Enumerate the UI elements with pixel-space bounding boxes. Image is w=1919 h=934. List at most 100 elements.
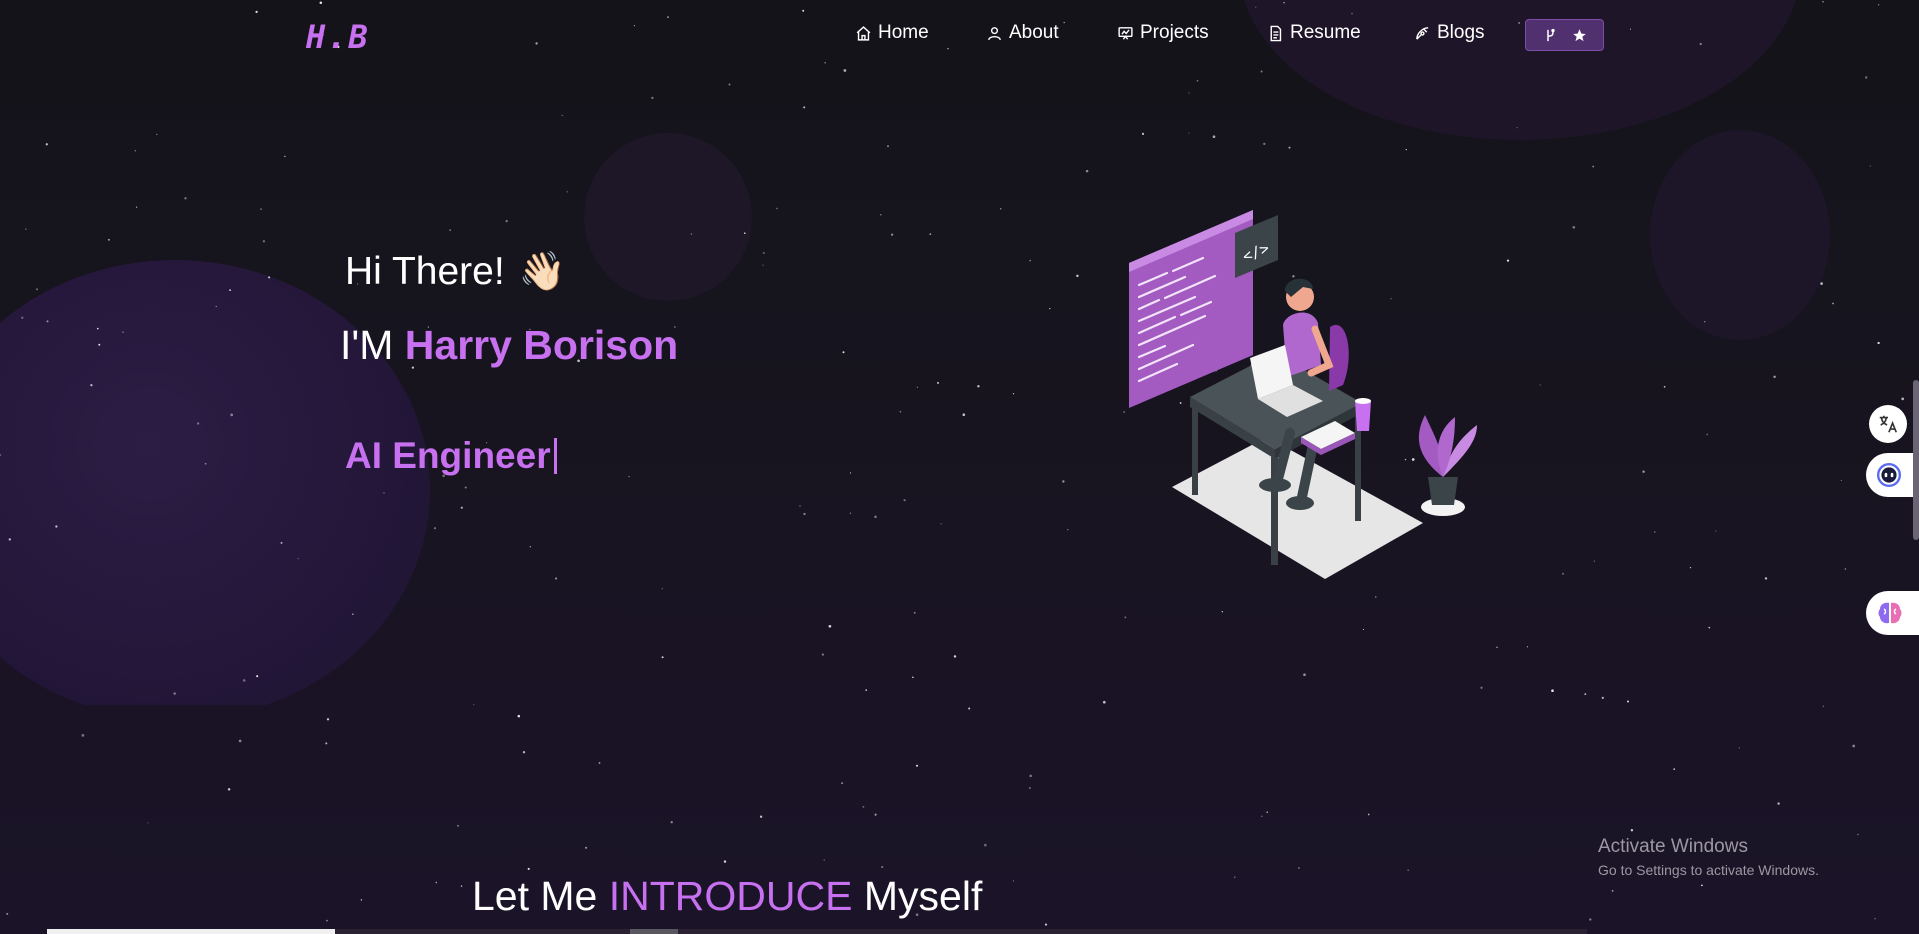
intro-suffix: Myself: [863, 873, 983, 919]
star: [1188, 132, 1190, 134]
star: [1000, 208, 1002, 210]
star: [1764, 577, 1768, 580]
star: [803, 106, 806, 109]
star: [464, 486, 467, 489]
navbar: H.B Home About Projects Resume Blogs: [0, 0, 1919, 72]
star: [1526, 646, 1529, 648]
typewriter-role: AI Engineer: [345, 435, 557, 477]
star: [1708, 626, 1711, 629]
bottom-scroll-indicator: [47, 929, 335, 934]
star: [529, 546, 531, 548]
star: [352, 613, 354, 615]
star: [8, 538, 11, 541]
star: [517, 714, 521, 718]
star: [1864, 76, 1868, 79]
star: [1076, 274, 1079, 278]
star: [566, 191, 568, 193]
logo[interactable]: H.B: [306, 18, 370, 56]
star: [457, 824, 459, 827]
name-prefix: I'M: [340, 322, 394, 368]
star: [326, 718, 330, 721]
star: [505, 219, 508, 223]
translate-button[interactable]: [1869, 405, 1907, 443]
star: [1852, 744, 1856, 748]
star: [184, 197, 187, 200]
star: [1196, 79, 1199, 82]
star: [1496, 646, 1498, 648]
star: [762, 264, 764, 266]
github-star-button[interactable]: [1525, 19, 1604, 51]
star: [173, 692, 176, 695]
star: [661, 588, 663, 590]
star: [96, 327, 99, 330]
star: [880, 214, 882, 216]
star: [1777, 802, 1780, 805]
star: [1572, 225, 1576, 229]
star: [98, 343, 101, 346]
watermark-title: Activate Windows: [1598, 836, 1748, 857]
star: [1584, 693, 1587, 696]
star: [874, 515, 877, 519]
star: [135, 206, 138, 208]
assistant-button[interactable]: [1866, 453, 1919, 497]
nav-item-home[interactable]: Home: [855, 22, 929, 44]
star: [1012, 393, 1015, 395]
nav-item-projects[interactable]: Projects: [1117, 22, 1209, 44]
star: [242, 679, 246, 682]
windows-activation-watermark: Activate Windows Go to Settings to activ…: [1598, 836, 1819, 878]
star: [1212, 135, 1216, 139]
star: [1102, 700, 1106, 704]
star: [841, 782, 844, 785]
star: [1367, 813, 1370, 816]
star: [1611, 890, 1614, 892]
nav-item-resume[interactable]: Resume: [1267, 22, 1361, 44]
star: [1405, 148, 1407, 151]
star: [360, 899, 363, 901]
star: [723, 860, 727, 863]
nav-label: About: [1009, 22, 1059, 43]
greeting-text: Hi There!: [345, 250, 505, 293]
brain-widget-button[interactable]: [1866, 591, 1919, 635]
star: [561, 114, 563, 117]
nav-label: Projects: [1140, 22, 1209, 43]
star: [962, 413, 966, 416]
hero-name: I'M Harry Borison: [340, 322, 678, 369]
star: [940, 523, 942, 525]
star: [522, 750, 526, 754]
star: [256, 675, 259, 678]
star: [1901, 397, 1905, 401]
star: [196, 422, 200, 425]
star: [1029, 787, 1031, 789]
star: [1703, 320, 1706, 323]
star: [728, 83, 731, 86]
star: [156, 133, 158, 136]
page-scrollbar[interactable]: [1913, 380, 1919, 540]
intro-heading: Let Me INTRODUCE Myself: [472, 873, 982, 920]
star: [1869, 165, 1871, 167]
brain-icon: [1878, 602, 1902, 624]
star: [912, 676, 914, 678]
star: [55, 525, 58, 528]
user-icon: [988, 26, 1001, 40]
star: [1877, 341, 1880, 345]
star: [1642, 470, 1645, 473]
nav-item-about[interactable]: About: [986, 22, 1059, 44]
star: [1589, 918, 1592, 921]
star: [6, 912, 9, 915]
star: [1407, 869, 1409, 871]
star: [1506, 259, 1510, 262]
star: [1188, 92, 1190, 94]
star: [762, 251, 765, 255]
star: [460, 506, 463, 509]
star: [227, 788, 231, 791]
star: [21, 316, 24, 319]
star: [460, 885, 463, 887]
star: [842, 351, 845, 354]
star: [1822, 705, 1824, 707]
nav-item-blogs[interactable]: Blogs: [1414, 22, 1485, 44]
intro-prefix: Let Me: [472, 873, 598, 919]
star: [1706, 433, 1709, 436]
star: [690, 233, 693, 235]
star: [433, 527, 437, 530]
star: [913, 611, 916, 614]
